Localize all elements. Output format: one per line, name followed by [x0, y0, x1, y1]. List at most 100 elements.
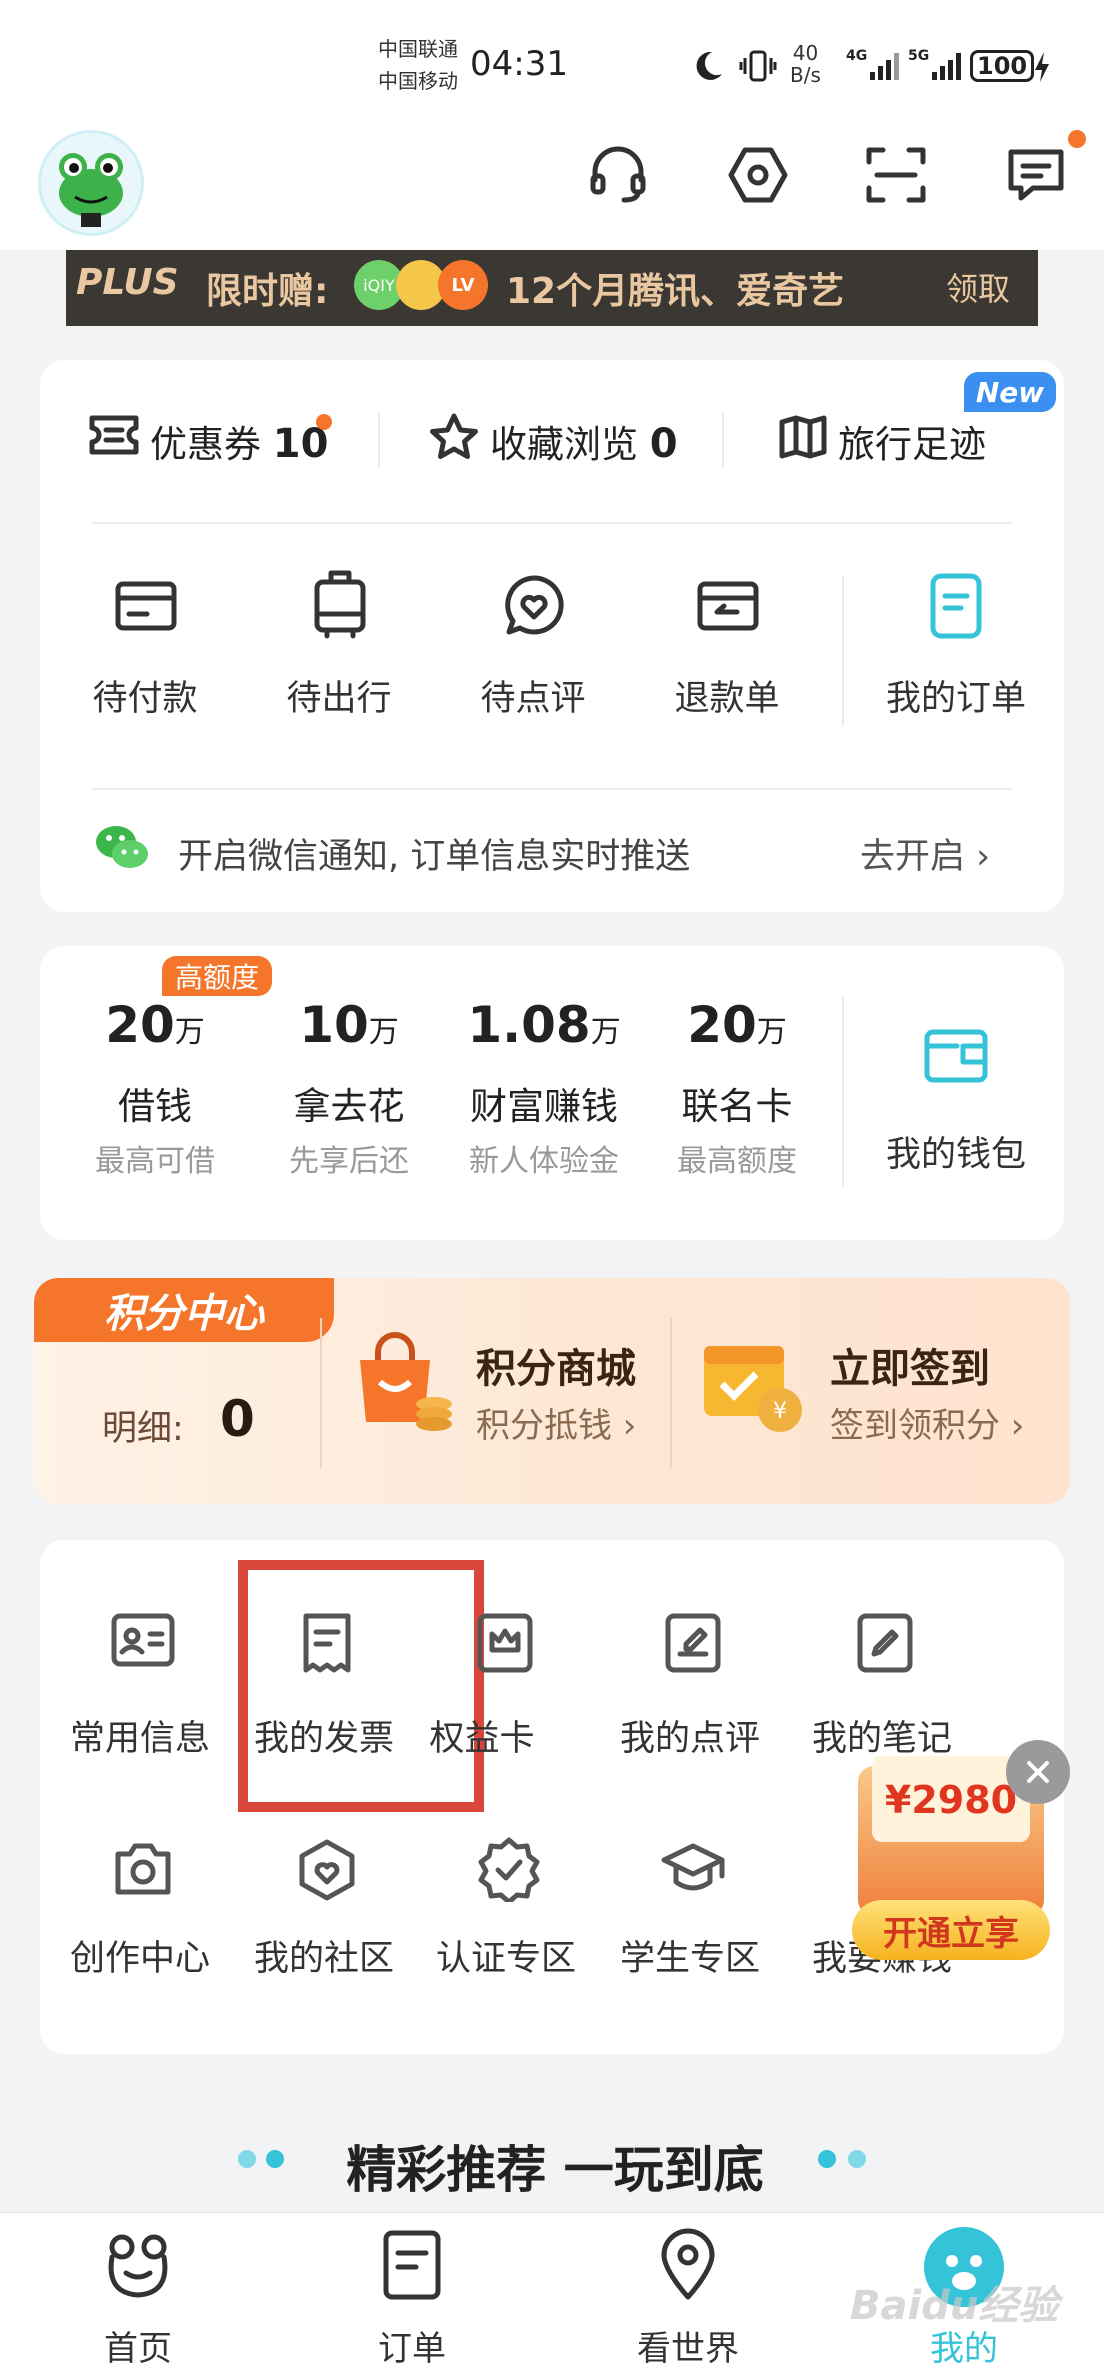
- plus-promo-banner[interactable]: PLUS 限时赠: iQIY LV 12个月腾讯、爱奇艺 领取: [66, 250, 1038, 326]
- order-pending-payment[interactable]: 待付款: [60, 576, 230, 726]
- order-pending-trip[interactable]: 待出行: [254, 570, 424, 726]
- my-orders[interactable]: 我的订单: [856, 573, 1056, 726]
- finance-pay-later[interactable]: 10万 拿去花 先享后还: [264, 996, 434, 1226]
- customer-service-button[interactable]: [578, 135, 658, 215]
- my-wallet[interactable]: 我的钱包: [856, 1026, 1056, 1206]
- watermark: Baidu经验: [850, 2283, 1059, 2329]
- favorites-label: 收藏浏览: [490, 423, 638, 466]
- new-badge: New: [964, 372, 1056, 412]
- service-my-reviews[interactable]: 我的点评: [600, 1610, 780, 1780]
- finance-cobrand-card[interactable]: 20万 联名卡 最高额度: [652, 996, 822, 1226]
- divider: [722, 412, 724, 468]
- nav-label: 订单: [378, 2329, 446, 2369]
- finance-amount: 10万: [299, 996, 399, 1054]
- finance-wealth[interactable]: 1.08万 财富赚钱 新人体验金: [454, 996, 634, 1226]
- signal-icon-1: [868, 50, 902, 82]
- chevron-right-icon: ›: [965, 837, 991, 877]
- moon-icon: [690, 48, 726, 84]
- location-pin-icon: [650, 2227, 726, 2303]
- nav-explore[interactable]: 看世界: [608, 2227, 768, 2369]
- favorites-entry[interactable]: 收藏浏览 0: [490, 414, 678, 468]
- close-promo-button[interactable]: [1006, 1740, 1070, 1804]
- wechat-icon: [94, 822, 150, 872]
- finance-sub: 最高额度: [677, 1144, 797, 1179]
- order-label: 待点评: [480, 679, 586, 719]
- order-tab-icon: [374, 2227, 450, 2303]
- divider: [92, 522, 1012, 524]
- svg-text:¥: ¥: [773, 1399, 787, 1424]
- signal-icon-2: [930, 50, 964, 82]
- decor-dot: [818, 2150, 836, 2168]
- finance-sub: 最高可借: [95, 1144, 215, 1179]
- close-icon: [1027, 1761, 1049, 1783]
- service-student-zone[interactable]: 学生专区: [600, 1836, 780, 2006]
- order-doc-icon: [923, 572, 989, 640]
- settings-button[interactable]: [718, 135, 798, 215]
- messages-button[interactable]: [996, 135, 1076, 215]
- scan-icon: [866, 147, 926, 203]
- net-speed: 40 B/s: [790, 41, 821, 87]
- message-badge-dot: [1068, 130, 1086, 148]
- finance-amount: 1.08万: [467, 996, 621, 1054]
- refund-icon: [695, 576, 761, 636]
- service-creator-center[interactable]: 创作中心: [50, 1836, 230, 2006]
- headset-icon: [590, 146, 646, 203]
- service-label: 常用信息: [69, 1719, 210, 1759]
- finance-amount: 20万: [687, 996, 787, 1054]
- service-label: 权益卡: [429, 1719, 535, 1759]
- card-icon: [113, 576, 179, 636]
- status-time: 04:31: [470, 44, 568, 84]
- coupon-icon: [88, 412, 140, 458]
- service-label: 我的点评: [619, 1719, 760, 1759]
- service-my-community[interactable]: 我的社区: [234, 1836, 414, 2006]
- travel-footprint-entry[interactable]: 旅行足迹: [838, 414, 986, 468]
- mgtv-badge: LV: [438, 260, 488, 310]
- finance-title: 联名卡: [681, 1085, 793, 1128]
- signin-link[interactable]: 签到领积分 ›: [830, 1398, 1024, 1447]
- points-title: 积分中心: [34, 1278, 334, 1342]
- camera-icon: [110, 1836, 176, 1902]
- id-card-icon: [110, 1610, 176, 1670]
- nav-home[interactable]: 首页: [58, 2227, 218, 2369]
- signal-5g-label: 5G: [908, 48, 930, 64]
- order-refund[interactable]: 退款单: [642, 576, 812, 726]
- banner-claim[interactable]: 领取: [946, 264, 1010, 310]
- status-bar: 中国联通 中国移动 04:31 40 B/s 4G 5G 100: [0, 0, 1104, 120]
- points-mall-link[interactable]: 积分抵钱 ›: [476, 1398, 636, 1447]
- chevron-right-icon: ›: [612, 1406, 637, 1446]
- finance-loan[interactable]: 20万 借钱 最高可借: [70, 996, 240, 1226]
- frog-home-icon: [100, 2227, 176, 2303]
- avatar[interactable]: [38, 130, 144, 236]
- order-pending-review[interactable]: 待点评: [448, 575, 618, 726]
- high-limit-badge: 高额度: [162, 956, 272, 996]
- wallet-icon: [923, 1026, 989, 1086]
- banner-promo: 限时赠:: [206, 271, 329, 312]
- note-pen-icon: [852, 1610, 918, 1676]
- carrier-1: 中国联通: [378, 37, 458, 61]
- service-benefit-card[interactable]: 权益卡: [412, 1610, 592, 1780]
- recommend-title: 精彩推荐 一玩到底: [346, 2141, 764, 2199]
- points-card[interactable]: 积分中心 明细: 0 积分商城 积分抵钱 › ¥ 立即签到 签到领积分 ›: [34, 1278, 1070, 1504]
- promo-button: 开通立享: [852, 1900, 1050, 1960]
- shopping-bag-icon: [346, 1326, 456, 1436]
- vibrate-icon: [738, 46, 778, 86]
- divider: [92, 788, 1012, 790]
- coupons-entry[interactable]: 优惠券 10: [150, 414, 328, 468]
- divider: [670, 1318, 672, 1468]
- nav-orders[interactable]: 订单: [332, 2227, 492, 2369]
- signin-title: 立即签到: [830, 1346, 990, 1392]
- finance-sub: 新人体验金: [469, 1144, 619, 1179]
- points-mall-title: 积分商城: [476, 1346, 636, 1392]
- wechat-enable-link[interactable]: 去开启 ›: [860, 828, 990, 879]
- service-common-info[interactable]: 常用信息: [50, 1610, 230, 1780]
- divider: [378, 412, 380, 468]
- finance-title: 拿去花: [293, 1085, 405, 1128]
- carrier-2: 中国移动: [378, 69, 458, 93]
- points-detail-value: 0: [220, 1390, 255, 1448]
- nav-label: 首页: [104, 2329, 172, 2369]
- scan-button[interactable]: [856, 135, 936, 215]
- divider: [842, 576, 844, 726]
- chevron-right-icon: ›: [1000, 1406, 1025, 1446]
- divider: [320, 1318, 322, 1468]
- service-verification[interactable]: 认证专区: [416, 1836, 596, 2006]
